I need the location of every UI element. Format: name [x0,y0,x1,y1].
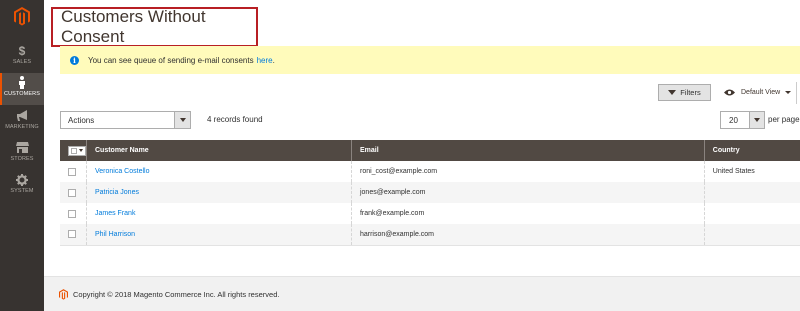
sidebar-item-system[interactable]: SYSTEM [0,170,44,202]
mass-select-header[interactable] [60,140,87,161]
chevron-down-icon [79,149,83,152]
copyright-text: Copyright © 2018 Magento Commerce Inc. A… [73,289,280,299]
customer-name-link[interactable]: Veronica Costello [95,168,149,175]
country-cell [703,182,800,203]
sidebar-item-stores[interactable]: STORES [0,138,44,170]
column-header-country[interactable]: Country [703,140,800,161]
magento-logo[interactable] [0,0,44,33]
grid-header-row: Customer Name Email Country [60,140,800,161]
chevron-down-icon [179,118,186,122]
row-checkbox-cell [60,203,87,224]
view-label: Default View [741,89,781,96]
customer-name-cell: Veronica Costello [86,161,352,182]
admin-sidebar: $ SALES CUSTOMERS MARKETING STORES SYSTE… [0,0,44,311]
row-checkbox-cell [60,161,87,182]
page-title: Customers Without Consent [61,7,206,46]
country-cell: United States [703,161,800,182]
table-row: James Frank frank@example.com [60,203,800,224]
customer-name-cell: Patricia Jones [86,182,352,203]
eye-icon [724,89,735,96]
chevron-down-icon [754,118,760,122]
customers-grid: Customer Name Email Country Veronica Cos… [60,140,800,246]
magento-logo-icon [14,7,30,26]
page-footer: Copyright © 2018 Magento Commerce Inc. A… [44,276,800,311]
row-checkbox[interactable] [68,188,76,197]
sidebar-item-label: STORES [10,156,34,162]
message-text: You can see queue of sending e-mail cons… [88,55,254,65]
email-cell: frank@example.com [350,203,705,224]
customer-name-link[interactable]: Patricia Jones [95,189,139,196]
info-icon: i [70,55,79,65]
filters-label: Filters [680,88,701,97]
person-icon [18,76,26,89]
message-suffix: . [272,55,275,65]
per-page-toggle[interactable] [749,112,764,128]
view-switcher[interactable]: Default View [724,84,792,101]
filter-icon [668,90,677,95]
sidebar-item-label: CUSTOMERS [4,91,40,97]
per-page-select[interactable]: 20 [720,111,765,129]
country-cell [703,203,800,224]
toolbar-divider [796,82,797,104]
row-checkbox[interactable] [68,209,76,218]
per-page-value: 20 [729,115,738,125]
actions-dropdown[interactable]: Actions [60,111,191,129]
actions-toggle[interactable] [174,112,190,128]
checkbox-icon [71,147,77,154]
sidebar-item-customers[interactable]: CUSTOMERS [0,73,44,105]
sidebar-item-label: SALES [12,59,32,65]
dollar-icon: $ [18,43,26,58]
sidebar-item-label: SYSTEM [10,188,34,194]
email-cell: roni_cost@example.com [350,161,705,182]
customer-name-link[interactable]: James Frank [95,210,135,217]
sidebar-item-sales[interactable]: $ SALES [0,41,44,73]
table-row: Veronica Costello roni_cost@example.com … [60,161,800,182]
country-cell [703,224,800,246]
customer-name-cell: Phil Harrison [86,224,352,246]
row-checkbox-cell [60,182,87,203]
mass-select-dropdown[interactable] [68,145,86,156]
column-header-customer-name[interactable]: Customer Name [86,140,352,161]
info-message: i You can see queue of sending e-mail co… [60,46,800,74]
actions-label: Actions [68,115,95,125]
page-title-box: Customers Without Consent [51,7,258,47]
customer-name-cell: James Frank [86,203,352,224]
per-page-label: per page [768,115,800,124]
magento-logo-icon [59,288,68,300]
table-row: Phil Harrison harrison@example.com [60,224,800,246]
filters-button[interactable]: Filters [658,84,711,101]
store-icon [15,141,29,154]
gear-icon [16,173,28,186]
records-count: 4 records found [207,115,263,124]
customer-name-link[interactable]: Phil Harrison [95,231,135,238]
sidebar-item-marketing[interactable]: MARKETING [0,106,44,138]
message-link[interactable]: here [257,56,273,65]
row-checkbox-cell [60,224,87,246]
table-row: Patricia Jones jones@example.com [60,182,800,203]
column-header-email[interactable]: Email [350,140,705,161]
email-cell: jones@example.com [350,182,705,203]
chevron-down-icon [785,91,792,94]
row-checkbox[interactable] [68,167,76,176]
email-cell: harrison@example.com [350,224,705,246]
sidebar-item-label: MARKETING [5,124,39,130]
megaphone-icon [16,109,29,122]
row-checkbox[interactable] [68,230,76,239]
